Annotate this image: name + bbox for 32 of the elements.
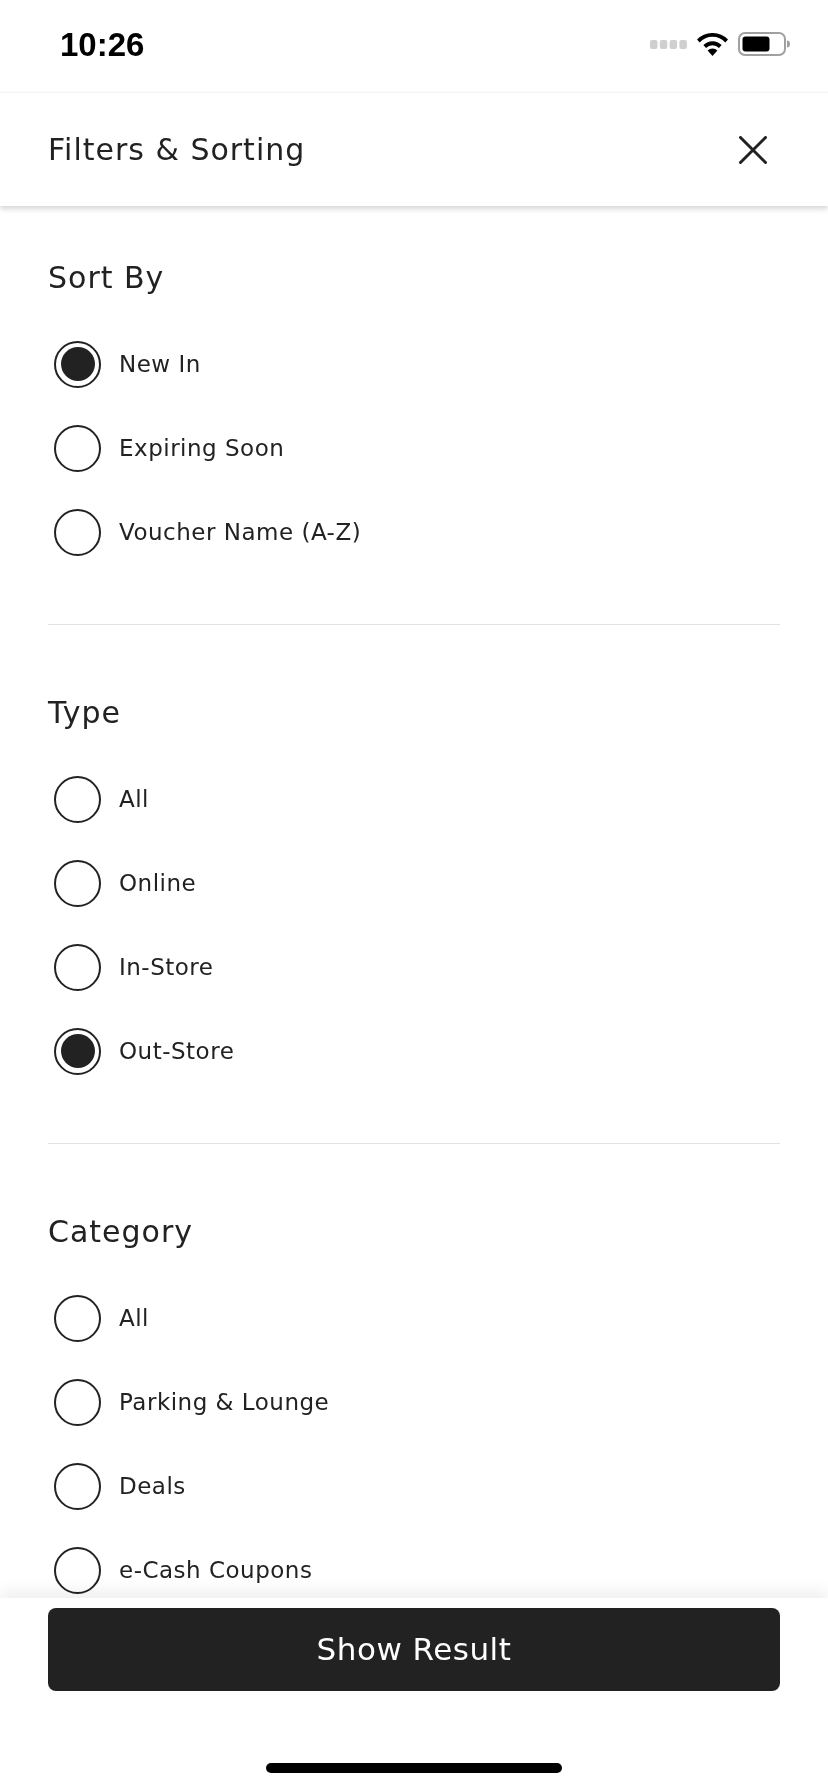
radio-icon[interactable] xyxy=(54,340,101,388)
radio-option[interactable]: Out-Store xyxy=(48,1009,780,1093)
radio-icon[interactable] xyxy=(54,1546,101,1594)
section-heading: Category xyxy=(48,1217,194,1247)
radio-option[interactable]: New In xyxy=(48,322,780,406)
radio-icon[interactable] xyxy=(54,1462,101,1510)
radio-option[interactable]: Deals xyxy=(48,1444,780,1528)
status-time: 10:26 xyxy=(60,27,145,61)
radio-icon[interactable] xyxy=(54,424,101,472)
wifi-icon xyxy=(697,32,728,56)
section-heading: Sort By xyxy=(48,263,165,293)
radio-icon[interactable] xyxy=(54,943,101,991)
radio-option[interactable]: Online xyxy=(48,841,780,925)
radio-icon[interactable] xyxy=(54,1027,101,1075)
close-button[interactable] xyxy=(738,134,768,165)
radio-icon[interactable] xyxy=(54,1378,101,1426)
show-result-button[interactable]: Show Result xyxy=(48,1608,780,1691)
screen-title: Filters & Sorting xyxy=(48,134,306,165)
radio-icon[interactable] xyxy=(54,508,101,556)
radio-option[interactable]: Expiring Soon xyxy=(48,406,780,490)
radio-icon[interactable] xyxy=(54,1294,101,1342)
radio-option[interactable]: All xyxy=(48,1276,780,1360)
radio-icon[interactable] xyxy=(54,859,101,907)
radio-icon[interactable] xyxy=(54,775,101,823)
radio-option[interactable]: Voucher Name (A-Z) xyxy=(48,490,780,574)
radio-option[interactable]: In-Store xyxy=(48,925,780,1009)
radio-option[interactable]: All xyxy=(48,757,780,841)
battery-icon xyxy=(738,32,790,56)
section-heading: Type xyxy=(48,698,121,728)
close-icon xyxy=(739,135,767,164)
signal-icon xyxy=(650,39,687,49)
radio-option[interactable]: Parking & Lounge xyxy=(48,1360,780,1444)
